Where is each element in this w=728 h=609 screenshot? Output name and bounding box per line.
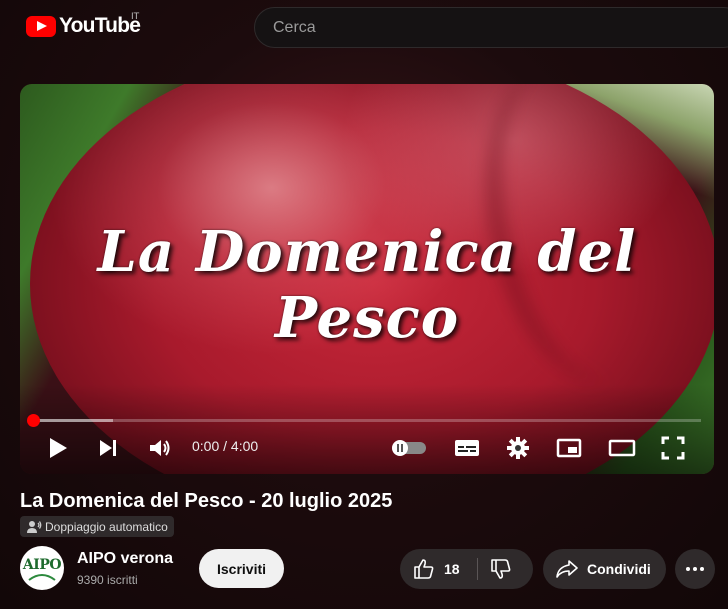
fullscreen-button[interactable] xyxy=(658,435,688,461)
play-icon xyxy=(50,438,67,458)
time-display: 0:00 / 4:00 xyxy=(192,438,259,454)
search-input[interactable] xyxy=(273,19,673,37)
subscriber-count: 9390 iscritti xyxy=(77,573,138,587)
dub-badge-label: Doppiaggio automatico xyxy=(45,519,168,534)
theater-mode-button[interactable] xyxy=(606,436,638,460)
like-dislike-group: 18 xyxy=(400,549,533,589)
dub-icon xyxy=(27,520,42,533)
share-icon xyxy=(556,560,578,578)
progress-scrubber-handle[interactable] xyxy=(27,414,40,427)
settings-gear-icon xyxy=(507,437,529,459)
dislike-button[interactable] xyxy=(490,558,512,585)
masthead: YouTube IT xyxy=(0,0,728,56)
video-title: La Domenica del Pesco - 20 luglio 2025 xyxy=(20,490,393,512)
avatar-logo-text: AIPO xyxy=(22,557,62,573)
video-overlay-title: La Domenica del Pesco xyxy=(97,219,637,351)
fullscreen-icon xyxy=(661,436,685,460)
logo-text: YouTube xyxy=(59,14,141,37)
more-actions-button[interactable] xyxy=(675,549,715,589)
youtube-play-logo-icon xyxy=(26,15,56,37)
video-player[interactable]: La Domenica del Pesco 0:00 / 4:00 xyxy=(20,84,714,474)
channel-avatar[interactable]: AIPO xyxy=(20,546,64,590)
auto-dubbing-badge[interactable]: Doppiaggio automatico xyxy=(20,516,174,537)
avatar-leaf-icon xyxy=(28,574,56,581)
like-button[interactable]: 18 xyxy=(400,549,460,589)
volume-button[interactable] xyxy=(146,436,174,460)
thumbs-down-icon xyxy=(491,559,511,579)
next-button[interactable] xyxy=(96,437,122,459)
miniplayer-button[interactable] xyxy=(554,436,584,460)
play-button[interactable] xyxy=(44,436,72,460)
share-label: Condividi xyxy=(587,561,651,577)
progress-bar[interactable] xyxy=(33,419,701,422)
volume-icon xyxy=(150,440,170,456)
like-divider xyxy=(477,558,478,580)
miniplayer-icon xyxy=(556,438,582,458)
subtitles-button[interactable] xyxy=(452,436,482,460)
subscribe-button[interactable]: Iscriviti xyxy=(199,549,284,588)
theater-mode-icon xyxy=(608,439,636,457)
youtube-logo[interactable]: YouTube xyxy=(26,14,141,38)
subtitles-icon xyxy=(455,440,479,456)
more-icon xyxy=(686,567,690,571)
next-icon xyxy=(100,440,116,456)
channel-name[interactable]: AIPO verona xyxy=(77,550,173,568)
more-icon-dot xyxy=(700,567,704,571)
settings-button[interactable] xyxy=(504,436,532,460)
thumbs-up-icon xyxy=(414,559,434,579)
controls-gradient xyxy=(20,384,714,474)
autoplay-toggle-icon xyxy=(392,440,426,456)
search-box[interactable] xyxy=(254,7,728,48)
autoplay-toggle[interactable] xyxy=(388,438,430,458)
country-code: IT xyxy=(131,12,140,22)
more-icon-dot xyxy=(693,567,697,571)
like-count: 18 xyxy=(444,561,460,577)
share-button[interactable]: Condividi xyxy=(543,549,666,589)
progress-buffered xyxy=(33,419,114,422)
